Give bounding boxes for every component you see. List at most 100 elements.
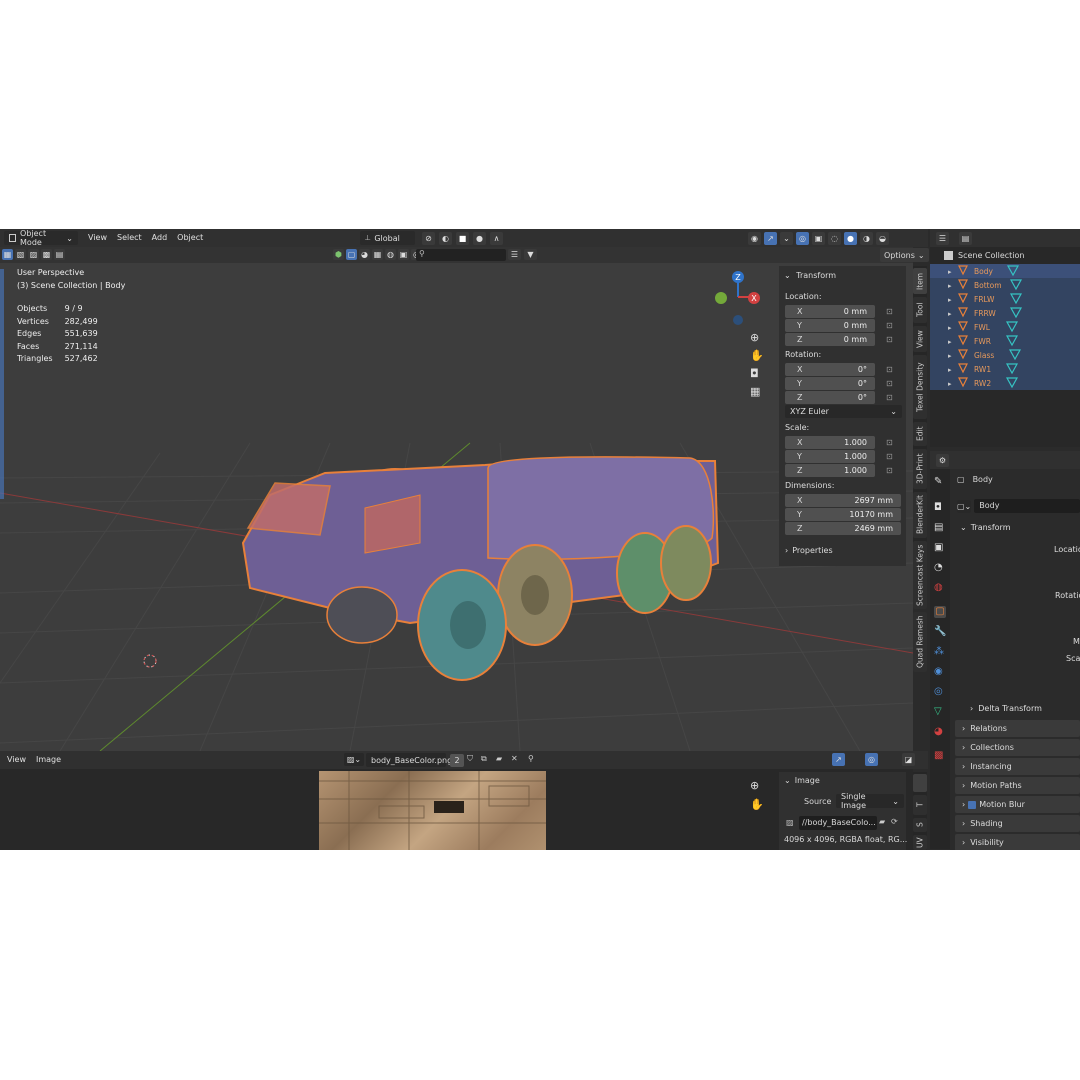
location-x-field[interactable]: X0 mm	[785, 305, 875, 318]
select-invert-icon[interactable]: ▤	[54, 249, 65, 260]
mesh-data-icon[interactable]: ▽	[934, 706, 946, 718]
gizmo-y[interactable]	[715, 292, 727, 304]
menu-view[interactable]: View	[7, 755, 26, 764]
3d-viewport[interactable]: User Perspective (3) Scene Collection | …	[0, 263, 913, 751]
lock-icon[interactable]: ⊡	[886, 466, 896, 476]
zoom-icon[interactable]: ⊕	[750, 331, 764, 344]
tab-3d-print[interactable]: 3D-Print	[913, 449, 927, 489]
pivot-icon[interactable]: ⊘	[422, 232, 435, 245]
lock-icon[interactable]: ⊡	[886, 307, 896, 317]
lock-icon[interactable]: ⊡	[886, 452, 896, 462]
lock-icon[interactable]: ⊡	[886, 438, 896, 448]
world-icon[interactable]: ◍	[934, 582, 946, 594]
folder-icon[interactable]: ▰	[879, 817, 885, 826]
transform-section-header[interactable]: ⌄ Transform	[960, 523, 1011, 532]
snap-target-icon[interactable]: ■	[456, 232, 469, 245]
lock-icon[interactable]: ⊡	[886, 379, 896, 389]
scale-y-field[interactable]: Y 1.000	[785, 450, 875, 463]
menu-add[interactable]: Add	[152, 233, 168, 242]
rotation-y-field[interactable]: Y 0°	[785, 377, 875, 390]
duplicate-image-icon[interactable]: ⧉	[481, 754, 487, 764]
unlink-close-icon[interactable]: ✕	[511, 754, 518, 763]
image-users-count[interactable]: 2	[450, 754, 464, 767]
overlays-icon[interactable]: ◎	[796, 232, 809, 245]
lock-icon[interactable]: ⊡	[886, 365, 896, 375]
shading-rendered-icon[interactable]: ◒	[876, 232, 889, 245]
rotation-x-field[interactable]: X 0°	[785, 363, 875, 376]
source-select[interactable]: Single Image ⌄	[836, 792, 904, 810]
tab-texel-density[interactable]: Texel Density	[913, 355, 927, 419]
rotation-z-field[interactable]: Z 0°	[785, 391, 875, 404]
motion-paths-panel[interactable]: › Motion Paths	[955, 777, 1080, 794]
dimensions-z-field[interactable]: Z 2469 mm	[785, 522, 901, 535]
texture-filter-icon[interactable]: ▦	[372, 249, 383, 260]
relations-panel[interactable]: › Relations	[955, 720, 1080, 737]
tab-edit[interactable]: Edit	[913, 422, 927, 446]
fake-user-shield-icon[interactable]: ⛉	[467, 754, 473, 764]
modifier-wrench-icon[interactable]: 🔧	[934, 626, 946, 638]
shading-material-icon[interactable]: ◑	[860, 232, 873, 245]
object-name-field[interactable]: Body	[974, 499, 1080, 513]
location-z-field[interactable]: Z0 mm	[785, 333, 875, 346]
falloff-icon[interactable]: ∧	[490, 232, 503, 245]
light-filter-icon[interactable]: ◍	[385, 249, 396, 260]
tab-view[interactable]: View	[913, 326, 927, 352]
orientation-select[interactable]: ⟂ Global	[360, 231, 415, 245]
scene-collection-row[interactable]: Scene Collection	[944, 251, 1025, 260]
camera-filter-icon[interactable]: ▣	[398, 249, 409, 260]
select-new-icon[interactable]: ▦	[2, 249, 13, 260]
select-subtract-icon[interactable]: ▨	[28, 249, 39, 260]
tab-quad-remesh[interactable]: Quad Remesh	[913, 612, 927, 672]
scene-icon[interactable]: ◔	[934, 562, 946, 574]
shading-solid-icon[interactable]: ●	[844, 232, 857, 245]
xray-icon[interactable]: ▣	[812, 232, 825, 245]
hand-pan-icon[interactable]: ✋	[750, 798, 764, 811]
view-layer-icon[interactable]: ▣	[934, 542, 946, 554]
object-properties-icon[interactable]: ▢	[934, 606, 946, 618]
scale-x-field[interactable]: X 1.000	[785, 436, 875, 449]
object-filter-icon[interactable]: ▢	[346, 249, 357, 260]
filter-funnel-icon[interactable]: ▼	[524, 249, 537, 260]
tab-tool[interactable]: Tool	[913, 297, 927, 323]
lock-icon[interactable]: ⊡	[886, 335, 896, 345]
image-editor[interactable]: View Image ▨⌄ body_BaseColor.png 2 ⛉ ⧉ ▰…	[0, 751, 928, 850]
scale-z-field[interactable]: Z 1.000	[785, 464, 875, 477]
tab-screencast-keys[interactable]: Screencast Keys	[913, 541, 927, 609]
truck-model[interactable]	[241, 456, 720, 681]
options-button[interactable]: Options ⌄	[880, 248, 929, 262]
camera-view-icon[interactable]: ◘	[750, 367, 764, 380]
proportional-edit-icon[interactable]: ●	[473, 232, 486, 245]
hand-pan-icon[interactable]: ✋	[750, 349, 764, 362]
filepath-field[interactable]: //body_BaseColo...	[799, 816, 877, 830]
object-type-icon[interactable]: ▢⌄	[957, 499, 972, 513]
collections-panel[interactable]: › Collections	[955, 739, 1080, 756]
tab-item[interactable]: Item	[913, 268, 927, 294]
shading-panel[interactable]: › Shading	[955, 815, 1080, 832]
snap-icon[interactable]: ◐	[439, 232, 452, 245]
mesh-filter-icon[interactable]: ⬢	[333, 249, 344, 260]
3d-cursor[interactable]	[143, 654, 157, 668]
motion-blur-panel[interactable]: › Motion Blur	[955, 796, 1080, 813]
overlay-dropdown-icon[interactable]: ⌄	[780, 232, 793, 245]
constraints-icon[interactable]: ◎	[934, 686, 946, 698]
grid-perspective-icon[interactable]: ▦	[750, 385, 764, 398]
shading-wire-icon[interactable]: ◌	[828, 232, 841, 245]
image-browse-icon[interactable]: ▨⌄	[344, 753, 364, 766]
select-intersect-icon[interactable]: ▩	[41, 249, 52, 260]
transform-header[interactable]: ⌄ Transform	[784, 271, 836, 280]
menu-image[interactable]: Image	[36, 755, 61, 764]
delta-transform-header[interactable]: › Delta Transform	[970, 704, 1042, 713]
visibility-icon[interactable]: ◉	[748, 232, 761, 245]
rotation-mode-select[interactable]: XYZ Euler ⌄	[785, 405, 902, 418]
gizmo-neg-z[interactable]	[733, 315, 743, 325]
image-panel-header[interactable]: ⌄ Image	[784, 776, 820, 785]
visibility-panel[interactable]: › Visibility	[955, 834, 1080, 850]
display-mode-icon[interactable]: ▤	[959, 231, 972, 245]
image-gizmo-icon[interactable]: ↗	[832, 753, 845, 766]
mode-select[interactable]: Object Mode ⌄	[4, 229, 78, 247]
particles-icon[interactable]: ⁂	[934, 646, 946, 658]
navigation-gizmo[interactable]: Z X	[710, 267, 770, 337]
image-name-field[interactable]: body_BaseColor.png	[366, 753, 452, 767]
tab-t[interactable]: T	[913, 795, 927, 815]
render-icon[interactable]: ◘	[934, 502, 946, 514]
